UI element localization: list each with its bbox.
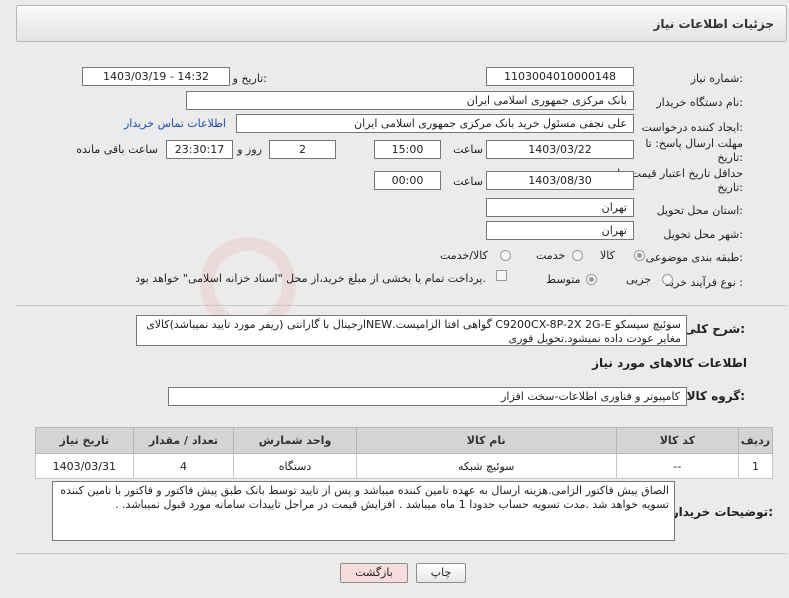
goods-section-title: اطلاعات کالاهای مورد نیاز: [592, 356, 747, 370]
page-title: جزئیات اطلاعات نیاز: [653, 17, 774, 31]
province-label: استان محل تحویل:: [656, 204, 743, 217]
days-label: روز و: [237, 143, 262, 156]
deadline-label-line2: تاریخ:: [717, 151, 743, 164]
table-row[interactable]: 1403/03/31 4 دستگاه سوئیچ شبکه -- 1: [35, 453, 773, 479]
remaining-days-field: 2: [269, 140, 336, 159]
treasury-payment-checkbox[interactable]: [496, 270, 507, 281]
province-field: تهران: [486, 198, 634, 217]
validity-date-field: 1403/08/30: [486, 171, 634, 190]
creator-field: علی نجفی مسئول خرید بانک مرکزی جمهوری اس…: [236, 114, 634, 133]
validity-label-line2: تاریخ:: [717, 181, 743, 194]
col-item-code: کد کالا: [615, 427, 740, 454]
col-need-date: تاریخ نیاز: [35, 427, 134, 454]
city-label: شهر محل تحویل:: [663, 228, 743, 241]
deadline-time-label: ساعت: [453, 143, 483, 156]
need-number-label: شماره نیاز:: [690, 72, 743, 85]
need-number-field: 1103004010000148: [486, 67, 634, 86]
items-table-header: تاریخ نیاز تعداد / مقدار واحد شمارش نام …: [35, 427, 773, 454]
process-label: نوع فرآیند خرید :: [665, 276, 743, 289]
watermark-text: AriaTender.neT: [300, 259, 769, 322]
category-option-service: خدمت: [536, 249, 566, 262]
category-option-goods: کالا: [600, 249, 615, 262]
summary-textarea[interactable]: سوئیچ سیسکو C9200CX-8P-2X 2G-E گواهی افت…: [136, 315, 687, 346]
divider-bottom: [16, 553, 787, 554]
announce-field: 1403/03/19 - 14:32: [82, 67, 230, 86]
col-row-index: ردیف: [738, 427, 773, 454]
creator-label: ایجاد کننده درخواست:: [641, 121, 743, 134]
col-item-name: نام کالا: [355, 427, 617, 454]
cell-row-index: 1: [738, 453, 773, 479]
cell-unit: دستگاه: [233, 453, 357, 479]
buyer-notes-textarea[interactable]: الصاق پیش فاکتور الزامی.هزینه ارسال به ع…: [52, 481, 675, 541]
print-button[interactable]: چاپ: [416, 563, 466, 583]
category-label: طبقه بندی موضوعی:: [645, 251, 743, 264]
validity-label-line1: حداقل تاریخ اعتبار قیمت: تا: [617, 167, 743, 180]
remaining-label: ساعت باقی مانده: [76, 143, 158, 156]
category-radio-goods-service[interactable]: [500, 250, 511, 261]
validity-label: حداقل تاریخ اعتبار قیمت: تا تاریخ:: [617, 167, 743, 195]
col-unit: واحد شمارش: [233, 427, 357, 454]
buyer-org-label: نام دستگاه خریدار:: [656, 96, 743, 109]
items-table: تاریخ نیاز تعداد / مقدار واحد شمارش نام …: [35, 427, 773, 479]
cell-need-date: 1403/03/31: [35, 453, 134, 479]
process-radio-medium[interactable]: [586, 274, 597, 285]
goods-group-label: گروه کالا:: [686, 389, 745, 403]
deadline-time-field: 15:00: [374, 140, 441, 159]
deadline-label: مهلت ارسال پاسخ: تا تاریخ:: [645, 137, 743, 165]
category-option-goods-service: کالا/خدمت: [440, 249, 488, 262]
city-field: تهران: [486, 221, 634, 240]
deadline-label-line1: مهلت ارسال پاسخ: تا: [645, 137, 743, 150]
validity-time-field: 00:00: [374, 171, 441, 190]
back-button[interactable]: بازگشت: [340, 563, 408, 583]
cell-item-code: --: [615, 453, 740, 479]
cell-item-name: سوئیچ شبکه: [355, 453, 617, 479]
category-radio-goods[interactable]: [634, 250, 645, 261]
treasury-payment-text: پرداخت تمام یا بخشی از مبلغ خرید،از محل …: [135, 272, 486, 285]
buyer-contact-link[interactable]: اطلاعات تماس خریدار: [124, 117, 226, 130]
cell-quantity: 4: [132, 453, 235, 479]
process-option-medium: متوسط: [546, 273, 581, 286]
goods-group-field: کامپیوتر و فناوری اطلاعات-سخت افزار: [168, 387, 687, 406]
page-header: جزئیات اطلاعات نیاز: [16, 5, 787, 42]
process-radio-minor[interactable]: [662, 274, 673, 285]
validity-time-label: ساعت: [453, 175, 483, 188]
col-quantity: تعداد / مقدار: [132, 427, 235, 454]
category-radio-service[interactable]: [572, 250, 583, 261]
buyer-notes-label: توضیحات خریدار:: [671, 505, 773, 519]
deadline-date-field: 1403/03/22: [486, 140, 634, 159]
buyer-org-field: بانک مرکزی جمهوری اسلامی ایران: [186, 91, 634, 110]
divider-top: [16, 305, 787, 306]
process-option-minor: جزیی: [626, 273, 652, 286]
remaining-time-field: 23:30:17: [166, 140, 233, 159]
